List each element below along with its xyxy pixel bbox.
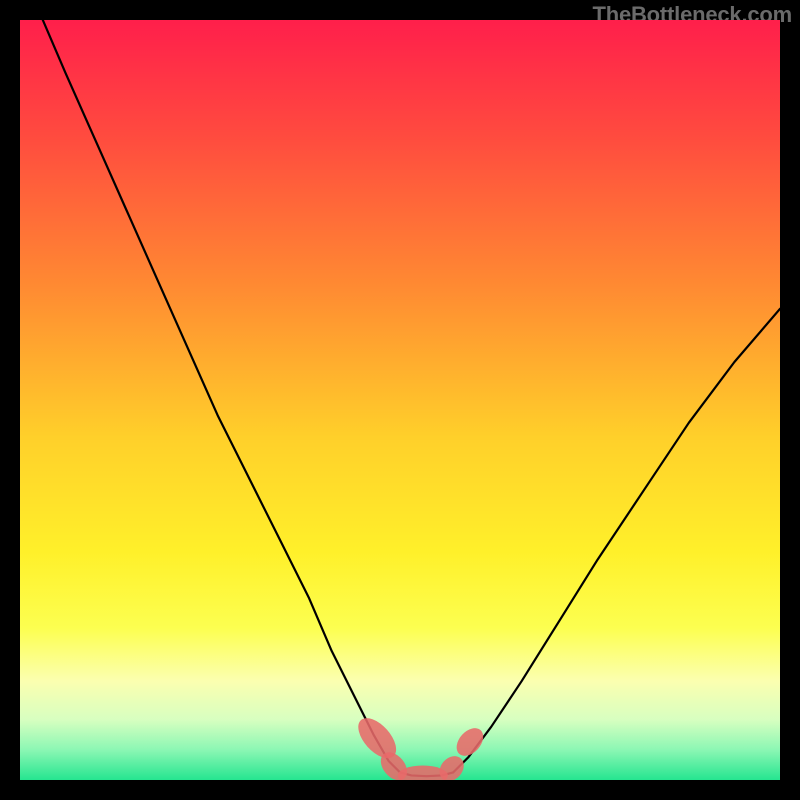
plot-area [20,20,780,780]
chart-svg [20,20,780,780]
chart-frame: TheBottleneck.com [0,0,800,800]
chart-background [20,20,780,780]
